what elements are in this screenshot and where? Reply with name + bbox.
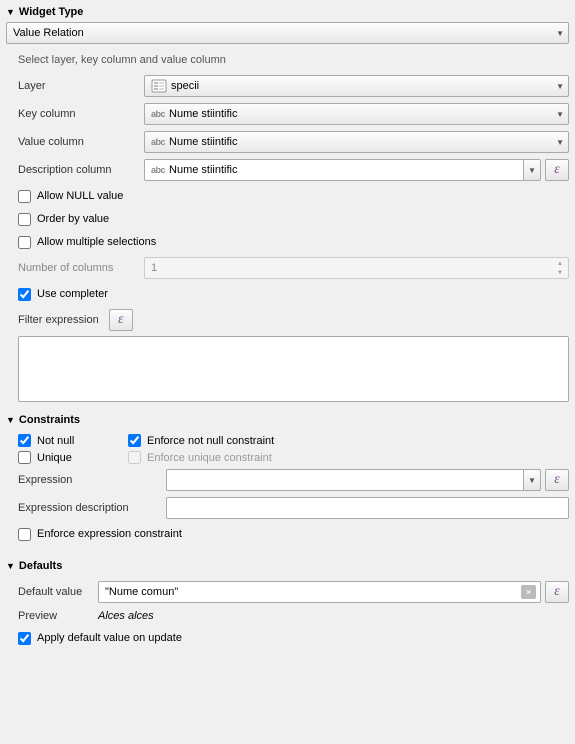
layer-icon xyxy=(151,79,167,93)
constraints-header[interactable]: ▼ Constraints xyxy=(6,412,569,430)
widget-type-title: Widget Type xyxy=(19,6,83,18)
panel-subtitle: Select layer, key column and value colum… xyxy=(18,54,569,66)
filter-expression-textarea[interactable] xyxy=(18,336,569,402)
use-completer-checkbox[interactable] xyxy=(18,288,31,301)
defaults-section: ▼ Defaults Default value "Nume comun" ✕ … xyxy=(0,554,575,658)
default-value-text: "Nume comun" xyxy=(105,586,178,598)
chevron-down-icon: ▼ xyxy=(556,110,564,119)
spin-arrows-icon: ▲▼ xyxy=(553,259,567,277)
expression-combo[interactable]: ▼ xyxy=(166,469,541,491)
widget-type-combo-text: Value Relation xyxy=(13,27,84,39)
constraints-title: Constraints xyxy=(19,414,80,426)
number-of-columns-spinbox: 1 ▲▼ xyxy=(144,257,569,279)
filter-expression-label: Filter expression xyxy=(18,314,99,326)
enforce-unique-label: Enforce unique constraint xyxy=(147,452,272,464)
widget-type-header[interactable]: ▼ Widget Type xyxy=(6,4,569,22)
key-column-label: Key column xyxy=(18,108,144,120)
apply-default-on-update-checkbox[interactable] xyxy=(18,632,31,645)
value-column-label: Value column xyxy=(18,136,144,148)
default-value-input[interactable]: "Nume comun" ✕ xyxy=(98,581,541,603)
text-field-icon: abc xyxy=(151,109,165,119)
expression-button[interactable]: ε xyxy=(545,159,569,181)
text-field-icon: abc xyxy=(151,137,165,147)
defaults-title: Defaults xyxy=(19,560,62,572)
allow-null-label: Allow NULL value xyxy=(37,190,123,202)
enforce-expression-label: Enforce expression constraint xyxy=(37,528,182,540)
enforce-expression-checkbox[interactable] xyxy=(18,528,31,541)
preview-value: Alces alces xyxy=(98,610,154,622)
key-column-text: Nume stiintific xyxy=(169,108,237,120)
chevron-down-icon: ▼ xyxy=(556,82,564,91)
allow-multiple-label: Allow multiple selections xyxy=(37,236,156,248)
collapse-arrow-icon: ▼ xyxy=(6,415,15,425)
epsilon-icon: ε xyxy=(554,585,560,599)
order-by-value-label: Order by value xyxy=(37,213,109,225)
expression-description-label: Expression description xyxy=(18,502,166,514)
description-column-combo[interactable]: abc Nume stiintific ▼ xyxy=(144,159,541,181)
allow-null-checkbox[interactable] xyxy=(18,190,31,203)
enforce-not-null-checkbox[interactable] xyxy=(128,434,141,447)
layer-combo-text: specii xyxy=(171,80,199,92)
preview-label: Preview xyxy=(18,610,98,622)
number-of-columns-label: Number of columns xyxy=(18,262,144,274)
widget-type-combo[interactable]: Value Relation ▼ xyxy=(6,22,569,44)
allow-multiple-checkbox[interactable] xyxy=(18,236,31,249)
value-column-text: Nume stiintific xyxy=(169,136,237,148)
epsilon-icon: ε xyxy=(118,313,124,327)
not-null-label: Not null xyxy=(37,435,74,447)
use-completer-label: Use completer xyxy=(37,288,108,300)
widget-type-section: ▼ Widget Type Value Relation ▼ Select la… xyxy=(0,0,575,408)
epsilon-icon: ε xyxy=(554,473,560,487)
defaults-header[interactable]: ▼ Defaults xyxy=(6,558,569,576)
chevron-down-icon: ▼ xyxy=(556,138,564,147)
value-relation-panel: Select layer, key column and value colum… xyxy=(18,54,569,402)
default-value-label: Default value xyxy=(18,586,98,598)
enforce-unique-checkbox xyxy=(128,451,141,464)
epsilon-icon: ε xyxy=(554,163,560,177)
chevron-down-icon: ▼ xyxy=(556,29,564,38)
unique-label: Unique xyxy=(37,452,72,464)
description-column-text: Nume stiintific xyxy=(169,164,237,176)
value-column-combo[interactable]: abc Nume stiintific ▼ xyxy=(144,131,569,153)
order-by-value-checkbox[interactable] xyxy=(18,213,31,226)
collapse-arrow-icon: ▼ xyxy=(6,7,15,17)
default-expression-button[interactable]: ε xyxy=(545,581,569,603)
text-field-icon: abc xyxy=(151,165,165,175)
constraints-section: ▼ Constraints Not null Enforce not null … xyxy=(0,408,575,554)
chevron-down-icon[interactable]: ▼ xyxy=(523,469,541,491)
number-of-columns-value: 1 xyxy=(151,262,157,274)
filter-expression-button[interactable]: ε xyxy=(109,309,133,331)
key-column-combo[interactable]: abc Nume stiintific ▼ xyxy=(144,103,569,125)
collapse-arrow-icon: ▼ xyxy=(6,561,15,571)
unique-checkbox[interactable] xyxy=(18,451,31,464)
expression-description-input[interactable] xyxy=(166,497,569,519)
apply-default-on-update-label: Apply default value on update xyxy=(37,632,182,644)
layer-label: Layer xyxy=(18,80,144,92)
clear-icon[interactable]: ✕ xyxy=(521,585,536,599)
enforce-not-null-label: Enforce not null constraint xyxy=(147,435,274,447)
description-column-label: Description column xyxy=(18,164,144,176)
not-null-checkbox[interactable] xyxy=(18,434,31,447)
chevron-down-icon[interactable]: ▼ xyxy=(523,159,541,181)
expression-label: Expression xyxy=(18,474,166,486)
layer-combo[interactable]: specii ▼ xyxy=(144,75,569,97)
expression-builder-button[interactable]: ε xyxy=(545,469,569,491)
